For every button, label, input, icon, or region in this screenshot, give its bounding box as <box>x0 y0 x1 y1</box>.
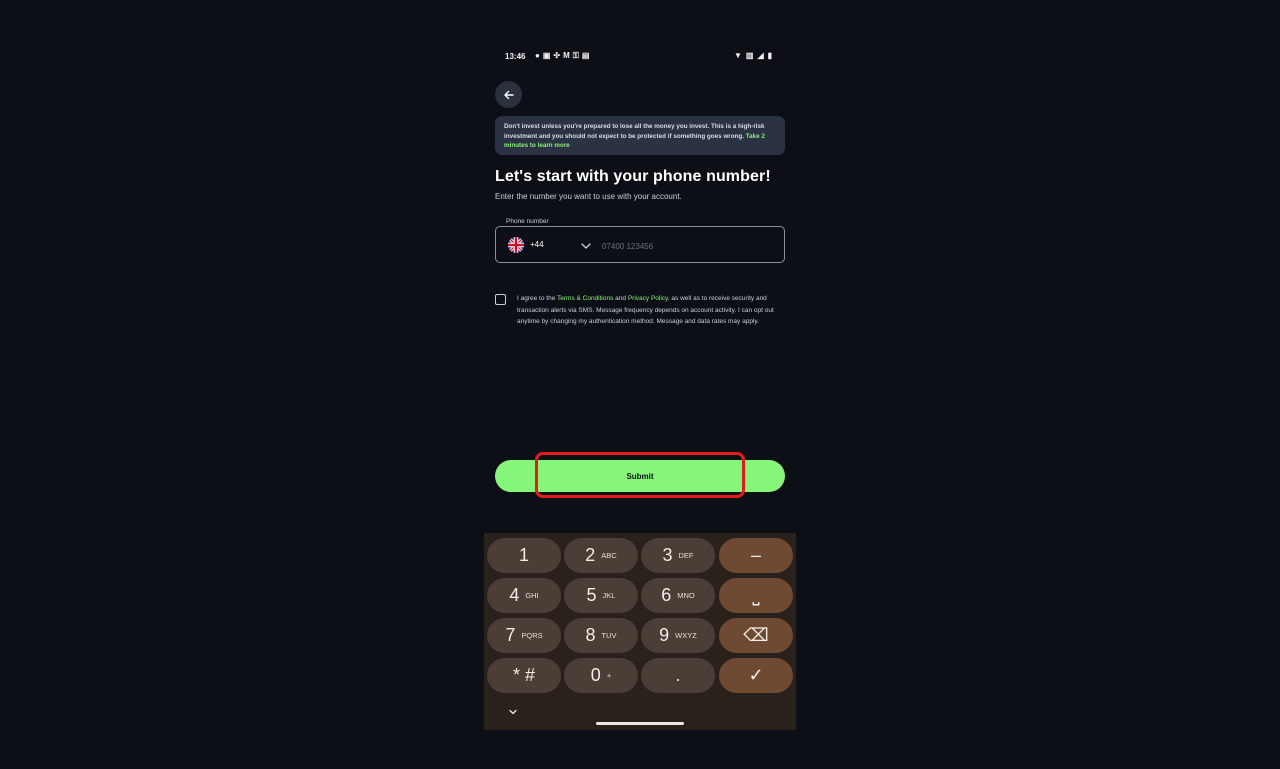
key-label: . <box>675 665 681 685</box>
key-sublabel: TUV <box>601 631 617 640</box>
wifi-icon: ▼ <box>733 51 742 60</box>
key-10[interactable]: 9 WXYZ <box>641 618 715 653</box>
numeric-keyboard: 1 2 ABC 3 DEF – 4 GHI 5 JKL 6 MNO ⎵ 7 PQRS 8 TUV 9 WXYZ ⌫ * … <box>484 533 796 730</box>
key-label: 0 <box>590 665 601 685</box>
key-sublabel: JKL <box>602 591 616 600</box>
key-2[interactable]: 3 DEF <box>641 538 715 573</box>
key-7[interactable]: ⎵ <box>719 578 793 613</box>
key-label: 5 <box>586 585 597 605</box>
chevron-down-icon[interactable] <box>580 239 592 251</box>
consent-text: I agree to the Terms & Conditions and Pr… <box>517 293 779 328</box>
key-label: ⎵ <box>752 585 760 605</box>
key-label: * # <box>512 665 536 685</box>
key-8[interactable]: 7 PQRS <box>487 618 561 653</box>
key-sublabel: ABC <box>601 551 617 560</box>
consent-and: and <box>613 295 628 302</box>
image-icon: ▣ <box>542 51 551 60</box>
risk-warning-banner: Don't invest unless you're prepared to l… <box>495 116 785 155</box>
key-1[interactable]: 2 ABC <box>564 538 638 573</box>
key-label: 7 <box>505 625 516 645</box>
uk-flag-icon[interactable] <box>508 237 524 253</box>
battery-icon: ▮ <box>767 51 772 60</box>
country-code[interactable]: +44 <box>530 240 544 249</box>
key-9[interactable]: 8 TUV <box>564 618 638 653</box>
key-15[interactable]: ✓ <box>719 658 793 693</box>
mail-icon: M <box>563 51 570 60</box>
key-label: – <box>750 545 761 565</box>
key-0[interactable]: 1 <box>487 538 561 573</box>
consent-checkbox[interactable] <box>495 294 506 305</box>
key-5[interactable]: 5 JKL <box>564 578 638 613</box>
key-label: 8 <box>585 625 596 645</box>
key-3[interactable]: – <box>719 538 793 573</box>
system-icons: ▼ ▥ ◢ ▮ <box>734 51 772 61</box>
keyboard-collapse-icon[interactable] <box>506 705 520 719</box>
risk-warning-text: Don't invest unless you're prepared to l… <box>504 123 765 140</box>
key-label: 1 <box>518 545 529 565</box>
key-label: ⌫ <box>743 625 769 645</box>
page-title: Let's start with your phone number! <box>495 168 771 185</box>
key-label: 4 <box>509 585 520 605</box>
key-sublabel: GHI <box>525 591 539 600</box>
key-4[interactable]: 4 GHI <box>487 578 561 613</box>
page-subtitle: Enter the number you want to use with yo… <box>495 192 682 201</box>
key-12[interactable]: * # <box>487 658 561 693</box>
key-label: ✓ <box>748 665 764 685</box>
back-button[interactable] <box>495 81 522 108</box>
key-sublabel: DEF <box>678 551 694 560</box>
home-indicator[interactable] <box>596 722 684 725</box>
key-label: 9 <box>659 625 670 645</box>
status-time: 13:46 <box>505 52 526 61</box>
key-sublabel: + <box>606 671 612 680</box>
key-label: 6 <box>661 585 672 605</box>
phone-number-input[interactable] <box>600 236 780 256</box>
key-14[interactable]: . <box>641 658 715 693</box>
phone-number-label: Phone number <box>504 218 551 225</box>
privacy-policy-link[interactable]: Privacy Policy <box>628 295 668 302</box>
key-sublabel: WXYZ <box>675 631 697 640</box>
key-label: 3 <box>662 545 673 565</box>
status-bar: 13:46 ● ▣ ✣ M ⚿ ▤ ▼ ▥ ◢ ▮ <box>484 50 796 64</box>
key-11[interactable]: ⌫ <box>719 618 793 653</box>
key-icon: ⚿ <box>572 51 579 60</box>
key-label: 2 <box>585 545 596 565</box>
consent-prefix: I agree to the <box>517 295 557 302</box>
key-13[interactable]: 0 + <box>564 658 638 693</box>
terms-link[interactable]: Terms & Conditions <box>557 295 613 302</box>
key-sublabel: MNO <box>677 591 695 600</box>
calendar-icon: ▤ <box>581 51 590 60</box>
key-6[interactable]: 6 MNO <box>641 578 715 613</box>
fan-icon: ✣ <box>553 51 561 60</box>
signal-icon: ◢ <box>757 51 764 60</box>
notification-icons: ● ▣ ✣ M ⚿ ▤ <box>535 51 589 61</box>
arrow-left-icon <box>503 90 514 99</box>
submit-button[interactable]: Submit <box>495 460 785 492</box>
chat-icon: ● <box>535 51 540 60</box>
phone-number-field: +44 <box>495 226 785 263</box>
key-sublabel: PQRS <box>521 631 543 640</box>
sim-icon: ▥ <box>745 51 754 60</box>
